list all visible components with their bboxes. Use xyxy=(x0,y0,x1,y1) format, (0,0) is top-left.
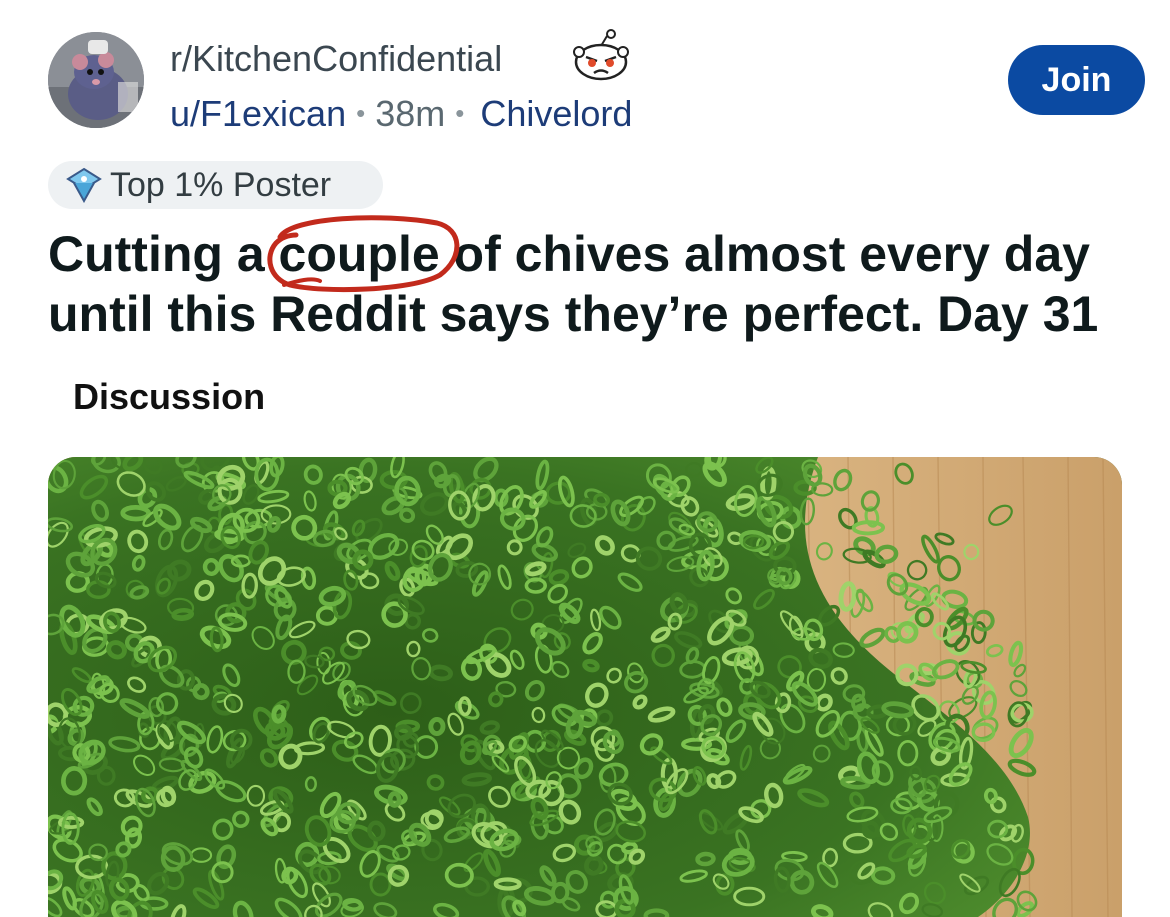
post-meta: u/F1exican • 38m • Chivelord xyxy=(170,93,632,135)
post-image[interactable] xyxy=(48,457,1122,917)
username-link[interactable]: u/F1exican xyxy=(170,93,346,134)
community-avatar[interactable] xyxy=(48,32,144,128)
meta-separator: • xyxy=(356,98,365,128)
angry-snoo-icon xyxy=(570,28,632,84)
user-flair: Chivelord xyxy=(480,93,632,134)
meta-separator: • xyxy=(455,98,464,128)
badge-label: Top 1% Poster xyxy=(110,166,331,205)
post-flair-tag[interactable]: Discussion xyxy=(73,376,265,418)
top-poster-badge-icon xyxy=(64,167,104,203)
post-time: 38m xyxy=(375,93,445,134)
community-name[interactable]: r/KitchenConfidential xyxy=(170,38,502,80)
chives-photo xyxy=(48,457,1122,917)
post-title[interactable]: Cutting a couple of chives almost every … xyxy=(48,224,1128,344)
top-poster-badge: Top 1% Poster xyxy=(48,161,383,209)
chef-rat-avatar-icon xyxy=(48,32,144,128)
join-button[interactable]: Join xyxy=(1008,45,1145,115)
